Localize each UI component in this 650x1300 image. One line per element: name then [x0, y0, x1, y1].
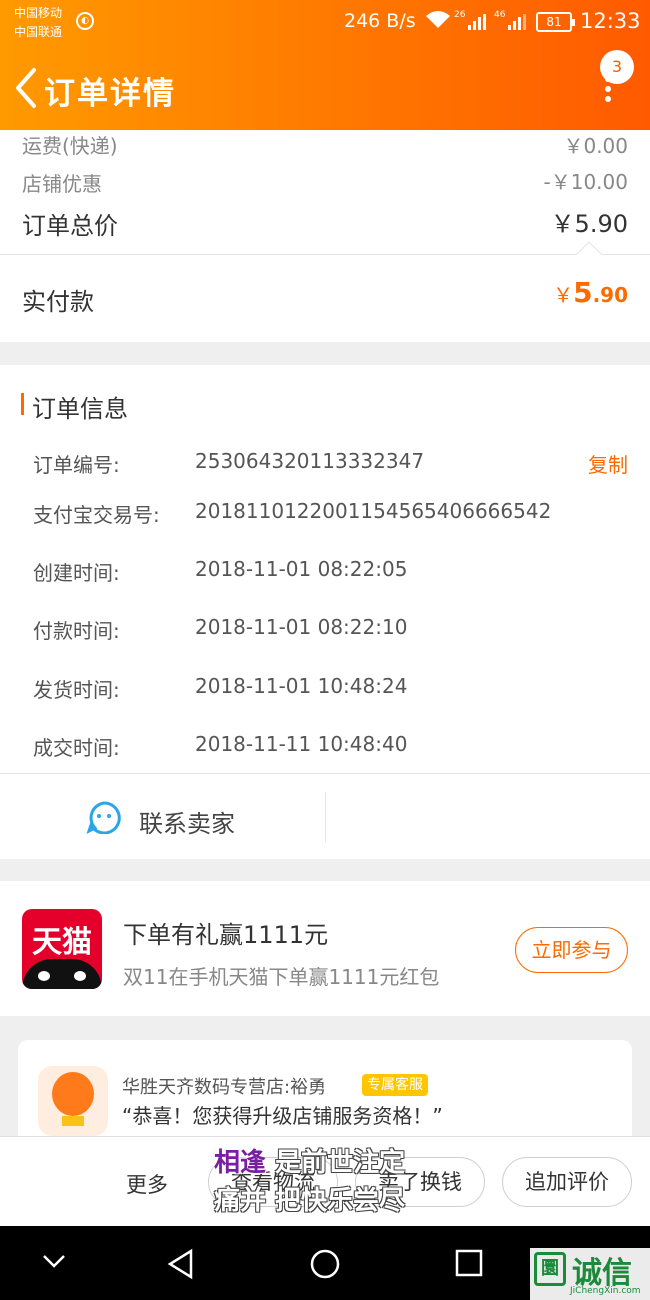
status-badge: 专属客服 [362, 1074, 428, 1096]
store-name: 华胜天齐数码专营店:裕勇 [122, 1077, 327, 1098]
status-bar: 中国移动 中国联通 ◐ 246 B/s 26 46 81 12:33 [0, 0, 650, 46]
caption-highlight: 相逢 [214, 1148, 267, 1178]
service-message-card[interactable]: 华胜天齐数码专营店:裕勇 专属客服 “恭喜！您获得升级店铺服务资格！” [18, 1040, 632, 1150]
hide-nav-icon[interactable] [40, 1252, 68, 1276]
join-now-button[interactable]: 立即参与 [515, 927, 628, 973]
signal-icon-1 [468, 14, 486, 30]
globe-icon: ◐ [76, 12, 94, 30]
divider [325, 792, 326, 842]
carrier-1: 中国移动 [14, 6, 63, 20]
battery-icon: 81 [536, 12, 575, 32]
network-speed: 246 B/s [344, 10, 416, 32]
clock: 12:33 [580, 9, 641, 33]
tmall-logo-text: 天猫 [32, 925, 92, 960]
caption-line2: 痛并 把快乐尝尽 [214, 1186, 406, 1216]
signal-icon-2 [508, 14, 526, 30]
add-review-button[interactable]: 追加评价 [502, 1157, 632, 1207]
promo-subtitle: 双11在手机天猫下单赢1111元红包 [123, 965, 440, 989]
paid-time-label: 付款时间: [33, 619, 120, 643]
divider-notch [576, 241, 602, 267]
shipping-value: ￥0.00 [563, 134, 628, 158]
completed-time-value: 2018-11-11 10:48:40 [195, 732, 408, 756]
caption-line1: 是前世注定 [275, 1148, 406, 1178]
watermark: 圜 诚信 JiChengXin.com [530, 1248, 650, 1300]
nav-bar: 订单详情 3 [0, 46, 650, 130]
paid-integer: 5 [573, 276, 593, 309]
alipay-trade-value: 2018110122001154565406666542 [195, 499, 552, 523]
recent-apps-icon[interactable] [454, 1248, 484, 1282]
service-message: “恭喜！您获得升级店铺服务资格！” [122, 1104, 443, 1128]
store-discount-value: -￥10.00 [543, 170, 628, 194]
contact-seller-button[interactable]: 联系卖家 [139, 804, 235, 839]
shipped-time-value: 2018-11-01 10:48:24 [195, 674, 408, 698]
order-number-value: 253064320113332347 [195, 449, 425, 473]
order-number-label: 订单编号: [33, 453, 120, 477]
carrier-info: 中国移动 中国联通 [14, 4, 62, 42]
paid-currency: ￥ [553, 283, 574, 307]
section-title: 订单信息 [32, 395, 128, 423]
more-menu-icon[interactable] [598, 76, 618, 106]
chat-face-icon [86, 800, 122, 835]
carrier-2: 中国联通 [14, 25, 63, 39]
alipay-trade-label: 支付宝交易号: [33, 503, 160, 527]
paid-label: 实付款 [22, 288, 94, 316]
order-total-label: 订单总价 [22, 212, 118, 240]
back-arrow-icon[interactable] [12, 66, 42, 110]
avatar [38, 1066, 108, 1136]
shipped-time-label: 发货时间: [33, 678, 120, 702]
paid-time-value: 2018-11-01 08:22:10 [195, 615, 408, 639]
contact-seller-bar: 联系卖家 [0, 773, 650, 859]
store-discount-label: 店铺优惠 [22, 172, 102, 196]
tmall-cat-icon [22, 959, 102, 989]
price-summary: 运费(快递) ￥0.00 店铺优惠 -￥10.00 订单总价 ￥5.90 实付款… [0, 130, 650, 342]
section-accent-bar [21, 393, 24, 415]
copy-button[interactable]: 复制 [588, 449, 628, 478]
back-nav-icon[interactable] [166, 1248, 196, 1284]
signal-label-2: 46 [494, 10, 506, 20]
wifi-icon [425, 10, 451, 34]
watermark-url: JiChengXin.com [570, 1286, 641, 1296]
promo-title: 下单有礼赢1111元 [123, 921, 329, 949]
paid-decimal: .90 [592, 283, 628, 307]
overlay-caption: 相逢 是前世注定 痛并 把快乐尝尽 [214, 1144, 405, 1220]
watermark-logo: 圜 [534, 1252, 566, 1286]
paid-amount: ￥5.90 [553, 276, 628, 309]
tmall-logo: 天猫 [22, 909, 102, 989]
home-nav-icon[interactable] [309, 1248, 341, 1284]
more-button[interactable]: 更多 [126, 1169, 168, 1199]
created-time-label: 创建时间: [33, 561, 120, 585]
order-total-value: ￥5.90 [550, 210, 628, 238]
completed-time-label: 成交时间: [33, 736, 120, 760]
shipping-label: 运费(快递) [22, 134, 118, 158]
page-title: 订单详情 [44, 76, 176, 112]
signal-label-1: 26 [454, 10, 466, 20]
created-time-value: 2018-11-01 08:22:05 [195, 557, 408, 581]
promo-banner: 天猫 下单有礼赢1111元 双11在手机天猫下单赢1111元红包 立即参与 [0, 881, 650, 1016]
order-info-section: 订单信息 订单编号: 253064320113332347 复制 支付宝交易号:… [0, 365, 650, 773]
divider [0, 254, 650, 255]
